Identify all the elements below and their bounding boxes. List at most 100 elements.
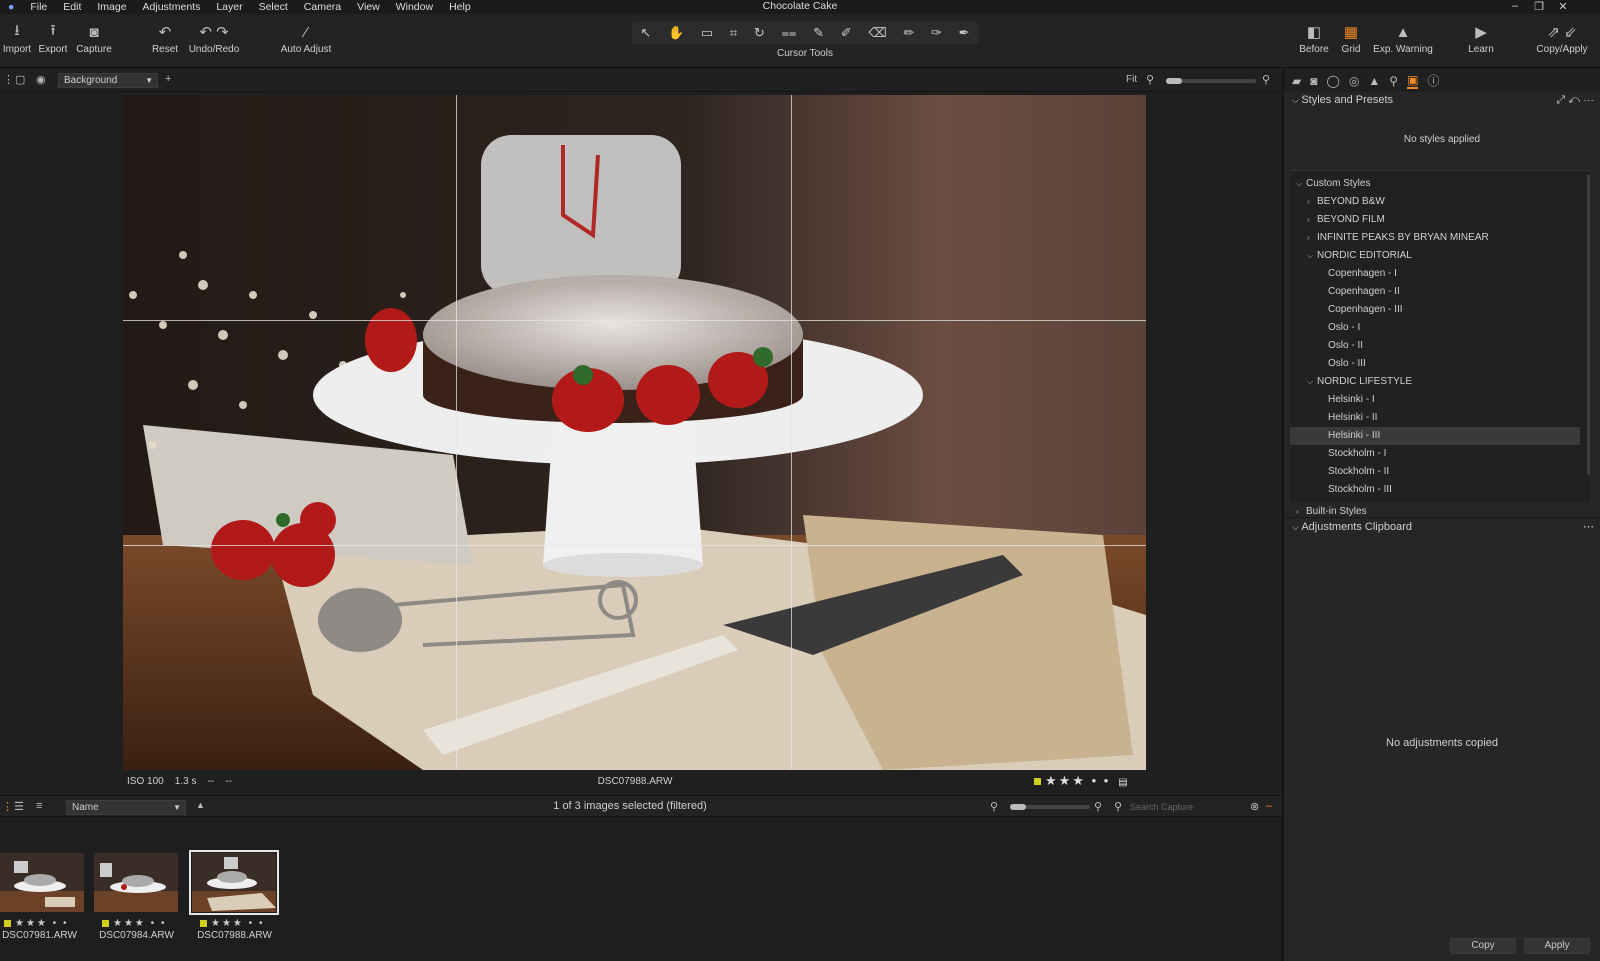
panel-actions-icon[interactable]: ⋯ bbox=[1583, 518, 1594, 536]
thumbnail[interactable] bbox=[0, 853, 84, 912]
style-folder-item[interactable]: › BEYOND B&W bbox=[1290, 193, 1580, 211]
style-folder-item[interactable]: › BEYOND FILM bbox=[1290, 211, 1580, 229]
zoom-slider-knob[interactable] bbox=[1166, 78, 1182, 84]
adjustments-tab-icon[interactable]: ▣ bbox=[1407, 73, 1419, 89]
auto-adjust-button[interactable]: ⁄ Auto Adjust bbox=[278, 20, 334, 56]
menu-camera[interactable]: Camera bbox=[296, 1, 349, 13]
exposure-warning-button[interactable]: ▲ Exp. Warning bbox=[1372, 20, 1434, 56]
reset-button[interactable]: ↶ Reset bbox=[150, 20, 180, 55]
add-layer-icon[interactable]: + bbox=[165, 73, 171, 85]
thumbnail-size-slider[interactable] bbox=[1010, 804, 1090, 810]
thumbnail-rating[interactable]: ★★★ • • bbox=[102, 918, 166, 929]
menu-file[interactable]: File bbox=[22, 1, 55, 13]
style-folder-item[interactable]: ⌵ Custom Styles bbox=[1290, 175, 1580, 193]
before-button[interactable]: ◧ Before bbox=[1298, 20, 1330, 55]
metadata-tab-icon[interactable]: ⓘ bbox=[1427, 72, 1439, 89]
style-preset-item[interactable]: Helsinki - III bbox=[1290, 427, 1580, 445]
menu-view[interactable]: View bbox=[349, 1, 388, 13]
viewer-grid-icon[interactable]: ▤ bbox=[1118, 777, 1129, 788]
menu-help[interactable]: Help bbox=[441, 1, 479, 13]
proof-icon[interactable]: ◉ bbox=[36, 73, 46, 86]
style-preset-item[interactable]: Helsinki - II bbox=[1290, 409, 1580, 427]
apply-button[interactable]: Apply bbox=[1524, 938, 1590, 954]
rotate-icon[interactable]: ↻ bbox=[754, 25, 765, 41]
style-preset-item[interactable]: Copenhagen - II bbox=[1290, 283, 1580, 301]
menu-adjustments[interactable]: Adjustments bbox=[135, 1, 209, 13]
zoom-slider[interactable] bbox=[1166, 78, 1256, 84]
style-folder-item[interactable]: ⌵ NORDIC EDITORIAL bbox=[1290, 247, 1580, 265]
browser-menu-icon[interactable]: ⋮ bbox=[2, 800, 13, 813]
capture-tab-icon[interactable]: ◙ bbox=[1310, 74, 1317, 88]
clone-icon[interactable]: ✒ bbox=[959, 25, 970, 41]
menu-edit[interactable]: Edit bbox=[55, 1, 89, 13]
eraser-icon[interactable]: ▭ bbox=[701, 25, 713, 41]
erase-brush-icon[interactable]: ⌫ bbox=[868, 25, 886, 41]
brush-icon[interactable]: ✐ bbox=[841, 25, 852, 41]
heal-icon[interactable]: ✑ bbox=[931, 25, 942, 41]
picker-icon[interactable]: ✎ bbox=[813, 25, 824, 41]
select-cursor-icon[interactable]: ↖ bbox=[640, 25, 651, 41]
minimize-icon[interactable]: – bbox=[1504, 0, 1526, 14]
style-preset-item[interactable]: Copenhagen - III bbox=[1290, 301, 1580, 319]
grid-button[interactable]: ▦ Grid bbox=[1336, 20, 1366, 55]
zoom-out-icon[interactable]: ⚲ bbox=[1146, 73, 1154, 86]
sort-select[interactable]: Name ▼ bbox=[66, 800, 186, 815]
thumbnail-slider-knob[interactable] bbox=[1010, 804, 1026, 810]
style-preset-item[interactable]: Helsinki - I bbox=[1290, 391, 1580, 409]
style-preset-item[interactable]: Stockholm - II bbox=[1290, 463, 1580, 481]
keystone-icon[interactable]: ⩵ bbox=[781, 25, 796, 41]
zoom-in-icon[interactable]: ⚲ bbox=[1262, 73, 1270, 86]
style-folder-item[interactable]: ⌵ NORDIC LIFESTYLE bbox=[1290, 373, 1580, 391]
thumbnail[interactable] bbox=[94, 853, 178, 912]
menu-window[interactable]: Window bbox=[388, 1, 441, 13]
style-preset-item[interactable]: Oslo - II bbox=[1290, 337, 1580, 355]
menu-select[interactable]: Select bbox=[251, 1, 296, 13]
style-preset-item[interactable]: Stockholm - III bbox=[1290, 481, 1580, 499]
thumbnail-rating[interactable]: ★★★ • • bbox=[4, 918, 68, 929]
list-view-icon[interactable]: ☰ bbox=[14, 800, 24, 813]
copy-apply-button[interactable]: ⇗ ⇙ Copy/Apply bbox=[1534, 20, 1590, 55]
export-button[interactable]: ⭱ Export bbox=[38, 20, 68, 56]
sort-direction-icon[interactable]: ▲ bbox=[196, 800, 205, 810]
undo-redo-button[interactable]: ↶ ↷ Undo/Redo bbox=[188, 20, 240, 55]
clear-search-icon[interactable]: ⊗ bbox=[1250, 800, 1259, 813]
styles-panel-header[interactable]: ⌵ Styles and Presets ⤢ ↶ ⋯ bbox=[1284, 91, 1600, 109]
library-tab-icon[interactable]: ▰ bbox=[1292, 74, 1301, 88]
lens-tab-icon[interactable]: ◯ bbox=[1326, 74, 1339, 88]
color-label[interactable] bbox=[1034, 778, 1041, 786]
style-folder-item[interactable]: › INFINITE PEAKS BY BRYAN MINEAR bbox=[1290, 229, 1580, 247]
exposure-tab-icon[interactable]: ▲ bbox=[1368, 74, 1380, 88]
filter-icon[interactable]: – bbox=[1266, 800, 1272, 812]
menu-layer[interactable]: Layer bbox=[208, 1, 250, 13]
rating-control[interactable]: ★★★ • • ▤ bbox=[1034, 773, 1130, 789]
zoom-fit-label[interactable]: Fit bbox=[1126, 74, 1137, 85]
hand-icon[interactable]: ✋ bbox=[668, 25, 684, 41]
clipboard-panel-header[interactable]: ⌵ Adjustments Clipboard ⋯ bbox=[1284, 517, 1600, 535]
learn-button[interactable]: ▶ Learn bbox=[1466, 20, 1496, 55]
single-view-icon[interactable]: ▢ bbox=[15, 73, 25, 86]
details-view-icon[interactable]: ≡ bbox=[36, 800, 42, 812]
style-preset-item[interactable]: Stockholm - I bbox=[1290, 445, 1580, 463]
close-icon[interactable]: ✕ bbox=[1552, 0, 1574, 14]
gradient-icon[interactable]: ✏ bbox=[903, 25, 914, 41]
panel-toggle-icon[interactable]: ⋮ bbox=[3, 73, 14, 86]
thumbnail-rating[interactable]: ★★★ • • bbox=[200, 918, 264, 929]
color-tab-icon[interactable]: ◎ bbox=[1349, 74, 1359, 88]
app-logo-icon[interactable]: ● bbox=[0, 1, 22, 13]
search-input[interactable]: Search Capture bbox=[1130, 800, 1242, 815]
crop-icon[interactable]: ⌗ bbox=[730, 25, 737, 41]
details-tab-icon[interactable]: ⚲ bbox=[1389, 74, 1398, 88]
layer-select[interactable]: Background ▼ bbox=[58, 73, 158, 88]
thumbnail-selected[interactable] bbox=[189, 850, 279, 915]
style-preset-item[interactable]: Copenhagen - I bbox=[1290, 265, 1580, 283]
style-preset-item[interactable]: Oslo - I bbox=[1290, 319, 1580, 337]
import-button[interactable]: ⭳ Import bbox=[2, 20, 32, 56]
copy-button[interactable]: Copy bbox=[1450, 938, 1516, 954]
main-photo[interactable] bbox=[123, 95, 1146, 770]
style-preset-item[interactable]: Oslo - III bbox=[1290, 355, 1580, 373]
thumb-zoom-in-icon[interactable]: ⚲ bbox=[1094, 800, 1102, 813]
menu-image[interactable]: Image bbox=[89, 1, 134, 13]
capture-button[interactable]: ◙ Capture bbox=[76, 20, 112, 56]
maximize-icon[interactable]: ❐ bbox=[1528, 0, 1550, 14]
styles-scrollbar[interactable] bbox=[1587, 175, 1590, 475]
